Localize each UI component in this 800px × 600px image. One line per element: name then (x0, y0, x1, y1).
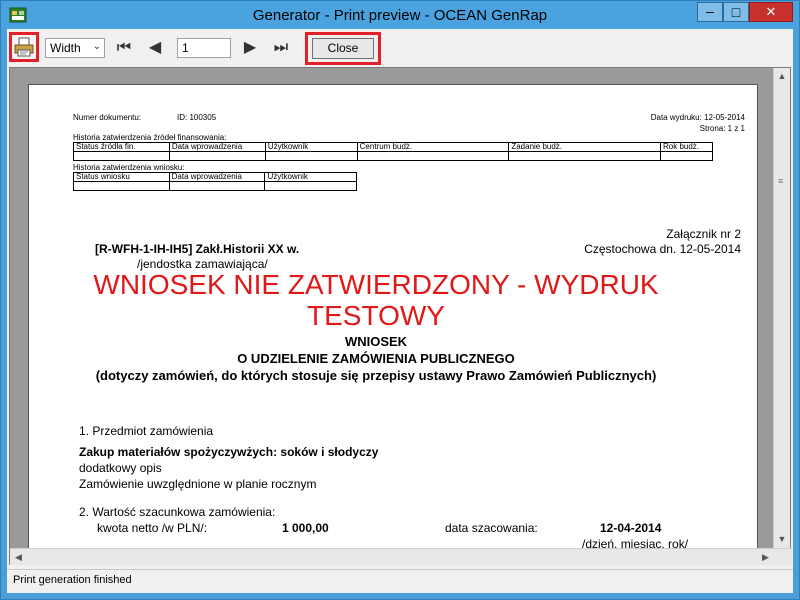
title-bar[interactable]: Generator - Print preview - OCEAN GenRap… (1, 1, 799, 29)
preview-area[interactable]: Numer dokumentu: ID: 100305 Data wydruku… (9, 67, 792, 565)
doc-number-value: ID: 100305 (177, 113, 217, 122)
section1-extra: dodatkowy opis (79, 461, 162, 475)
horizontal-scrollbar[interactable]: ◀ ▶ (10, 548, 792, 565)
last-page-button[interactable]: ⏭ (271, 38, 291, 58)
previous-page-button[interactable]: ◀ (145, 38, 165, 58)
document-page: Numer dokumentu: ID: 100305 Data wydruku… (28, 84, 758, 564)
app-window: Generator - Print preview - OCEAN GenRap… (0, 0, 800, 600)
heading-wniosek: WNIOSEK (344, 334, 408, 349)
history2-table: Status wniosku Data wprowadzenia Użytkow… (73, 172, 357, 191)
table-header-cell: Użytkownik (264, 172, 357, 182)
status-text: Print generation finished (13, 574, 132, 586)
history1-title: Historia zatwierdzenia źródeł finansowan… (73, 133, 227, 142)
minimize-button[interactable]: – (697, 2, 723, 22)
next-page-button[interactable]: ▶ (240, 38, 260, 58)
print-button[interactable] (9, 32, 39, 62)
zoom-select[interactable]: Width ⌄ (45, 38, 105, 58)
section1-title: 1. Przedmiot zamówienia (79, 424, 214, 438)
table-header-row: Status wniosku Data wprowadzenia Użytkow… (73, 172, 357, 182)
heading-public-procurement: O UDZIELENIE ZAMÓWIENIA PUBLICZNEGO (237, 351, 515, 366)
page-number-input[interactable]: 1 (177, 38, 231, 58)
net-value: 1 000,00 (282, 521, 329, 535)
table-header-cell: Status źródła fin. (73, 142, 170, 152)
doc-number-label: Numer dokumentu: (73, 113, 142, 122)
heading-scope: (dotyczy zamówień, do których stosuje si… (95, 368, 657, 383)
net-value-label: kwota netto /w PLN/: (97, 521, 208, 535)
section2-title: 2. Wartość szacunkowa zamówienia: (79, 505, 276, 519)
red-title-line1: WNIOSEK NIE ZATWIERDZONY - WYDRUK (93, 269, 659, 300)
scroll-thumb[interactable]: ≡ (778, 177, 786, 186)
client-area: Width ⌄ ⏮ ◀ 1 ▶ ⏭ Close Numer dokumentu:… (7, 29, 793, 593)
table-header-cell: Status wniosku (73, 172, 170, 182)
table-header-cell: Data wprowadzenia (168, 172, 266, 182)
zoom-value: Width (50, 41, 81, 55)
last-page-icon: ⏭ (273, 39, 289, 56)
next-page-icon: ▶ (243, 39, 257, 56)
close-preview-button[interactable]: Close (312, 38, 374, 59)
first-page-button[interactable]: ⏮ (114, 38, 134, 58)
window-close-button[interactable]: ✕ (749, 2, 793, 22)
table-row (73, 181, 357, 191)
close-button-highlight: Close (305, 32, 381, 65)
scroll-left-icon[interactable]: ◀ (10, 549, 27, 566)
maximize-button[interactable]: □ (723, 2, 749, 22)
scroll-up-icon[interactable]: ▲ (774, 68, 790, 85)
table-header-cell: Data wprowadzenia (168, 142, 266, 152)
print-date: Data wydruku: 12-05-2014 (650, 113, 745, 122)
close-icon: ✕ (765, 4, 777, 19)
unit-name: [R-WFH-1-IH-IH5] Zakł.Historii XX w. (95, 242, 300, 256)
vertical-scrollbar[interactable]: ▲ ≡ ▼ (773, 68, 790, 548)
previous-page-icon: ◀ (148, 39, 162, 56)
table-header-cell: Centrum budż. (356, 142, 510, 152)
table-row (73, 151, 713, 161)
first-page-icon: ⏮ (116, 39, 132, 56)
section1-subject: Zakup materiałów spożyczywżych: soków i … (79, 445, 379, 459)
attachment-label: Załącznik nr 2 (666, 227, 741, 241)
scroll-down-icon[interactable]: ▼ (774, 531, 790, 548)
history2-title: Historia zatwierdzenia wniosku: (73, 163, 185, 172)
table-header-cell: Zadanie budż. (508, 142, 661, 152)
table-header-row: Status źródła fin. Data wprowadzenia Uży… (73, 142, 713, 152)
window-title: Generator - Print preview - OCEAN GenRap (252, 7, 548, 24)
city-date: Częstochowa dn. 12-05-2014 (584, 242, 741, 256)
estimate-date: 12-04-2014 (600, 521, 662, 535)
chevron-down-icon: ⌄ (92, 41, 101, 52)
table-header-cell: Rok budż. (660, 142, 713, 152)
table-header-cell: Użytkownik (264, 142, 358, 152)
estimate-date-label: data szacowania: (445, 521, 538, 535)
printer-icon (14, 37, 34, 57)
page-info: Strona: 1 z 1 (699, 124, 745, 133)
minimize-icon: – (706, 3, 714, 19)
preview-toolbar: Width ⌄ ⏮ ◀ 1 ▶ ⏭ Close (7, 29, 793, 67)
status-bar: Print generation finished (7, 569, 793, 591)
scroll-right-icon[interactable]: ▶ (757, 549, 774, 566)
red-title-line2: TESTOWY (307, 300, 445, 331)
maximize-icon: □ (731, 4, 741, 20)
history1-table: Status źródła fin. Data wprowadzenia Uży… (73, 142, 713, 161)
section1-plan: Zamówienie uwzględnione w planie rocznym (79, 477, 317, 491)
page-number-value: 1 (182, 41, 189, 55)
